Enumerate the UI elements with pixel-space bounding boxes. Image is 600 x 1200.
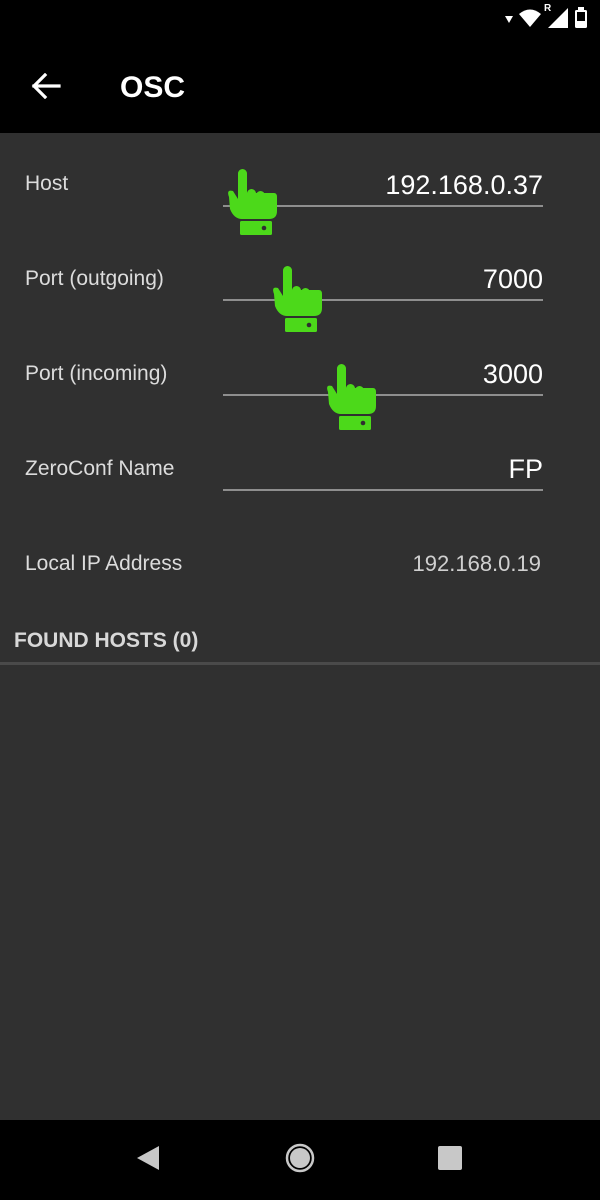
port-incoming-field[interactable]: 3000	[223, 354, 543, 396]
arrow-left-icon	[31, 72, 61, 104]
data-arrow-icon	[504, 8, 514, 33]
found-hosts-header: FOUND HOSTS (0)	[14, 629, 199, 652]
host-label: Host	[25, 172, 69, 195]
nav-bar	[0, 1120, 600, 1200]
nav-home-button[interactable]	[276, 1136, 324, 1184]
port-incoming-label: Port (incoming)	[25, 362, 168, 385]
nav-back-icon	[135, 1144, 161, 1177]
found-hosts-list	[0, 665, 600, 1120]
pointing-hand-icon	[273, 266, 322, 332]
signal-roaming-icon: R	[544, 3, 570, 34]
page-title: OSC	[120, 71, 186, 104]
zeroconf-name-value: FP	[508, 454, 543, 484]
nav-back-button[interactable]	[124, 1136, 172, 1184]
status-bar: R	[0, 0, 600, 40]
status-icons: R	[504, 3, 588, 34]
settings-content: Host 192.168.0.37 Port (outgoing) 7000 P…	[0, 133, 600, 1120]
wifi-icon	[518, 8, 542, 33]
zeroconf-name-field[interactable]: FP	[223, 449, 543, 491]
port-incoming-value: 3000	[482, 359, 543, 389]
local-ip-value: 192.168.0.19	[412, 551, 541, 576]
port-outgoing-label: Port (outgoing)	[25, 267, 164, 290]
nav-recents-button[interactable]	[426, 1136, 474, 1184]
roaming-letter: R	[544, 2, 552, 14]
pointing-hand-icon	[228, 169, 277, 235]
app-bar: OSC	[0, 40, 600, 133]
back-button[interactable]	[22, 64, 70, 112]
battery-icon	[574, 6, 588, 34]
host-value: 192.168.0.37	[385, 170, 543, 200]
zeroconf-name-label: ZeroConf Name	[25, 457, 175, 480]
local-ip-label: Local IP Address	[25, 552, 183, 575]
pointing-hand-icon	[327, 364, 376, 430]
nav-home-icon	[284, 1142, 316, 1179]
nav-recents-icon	[437, 1145, 463, 1176]
port-outgoing-value: 7000	[482, 264, 543, 294]
